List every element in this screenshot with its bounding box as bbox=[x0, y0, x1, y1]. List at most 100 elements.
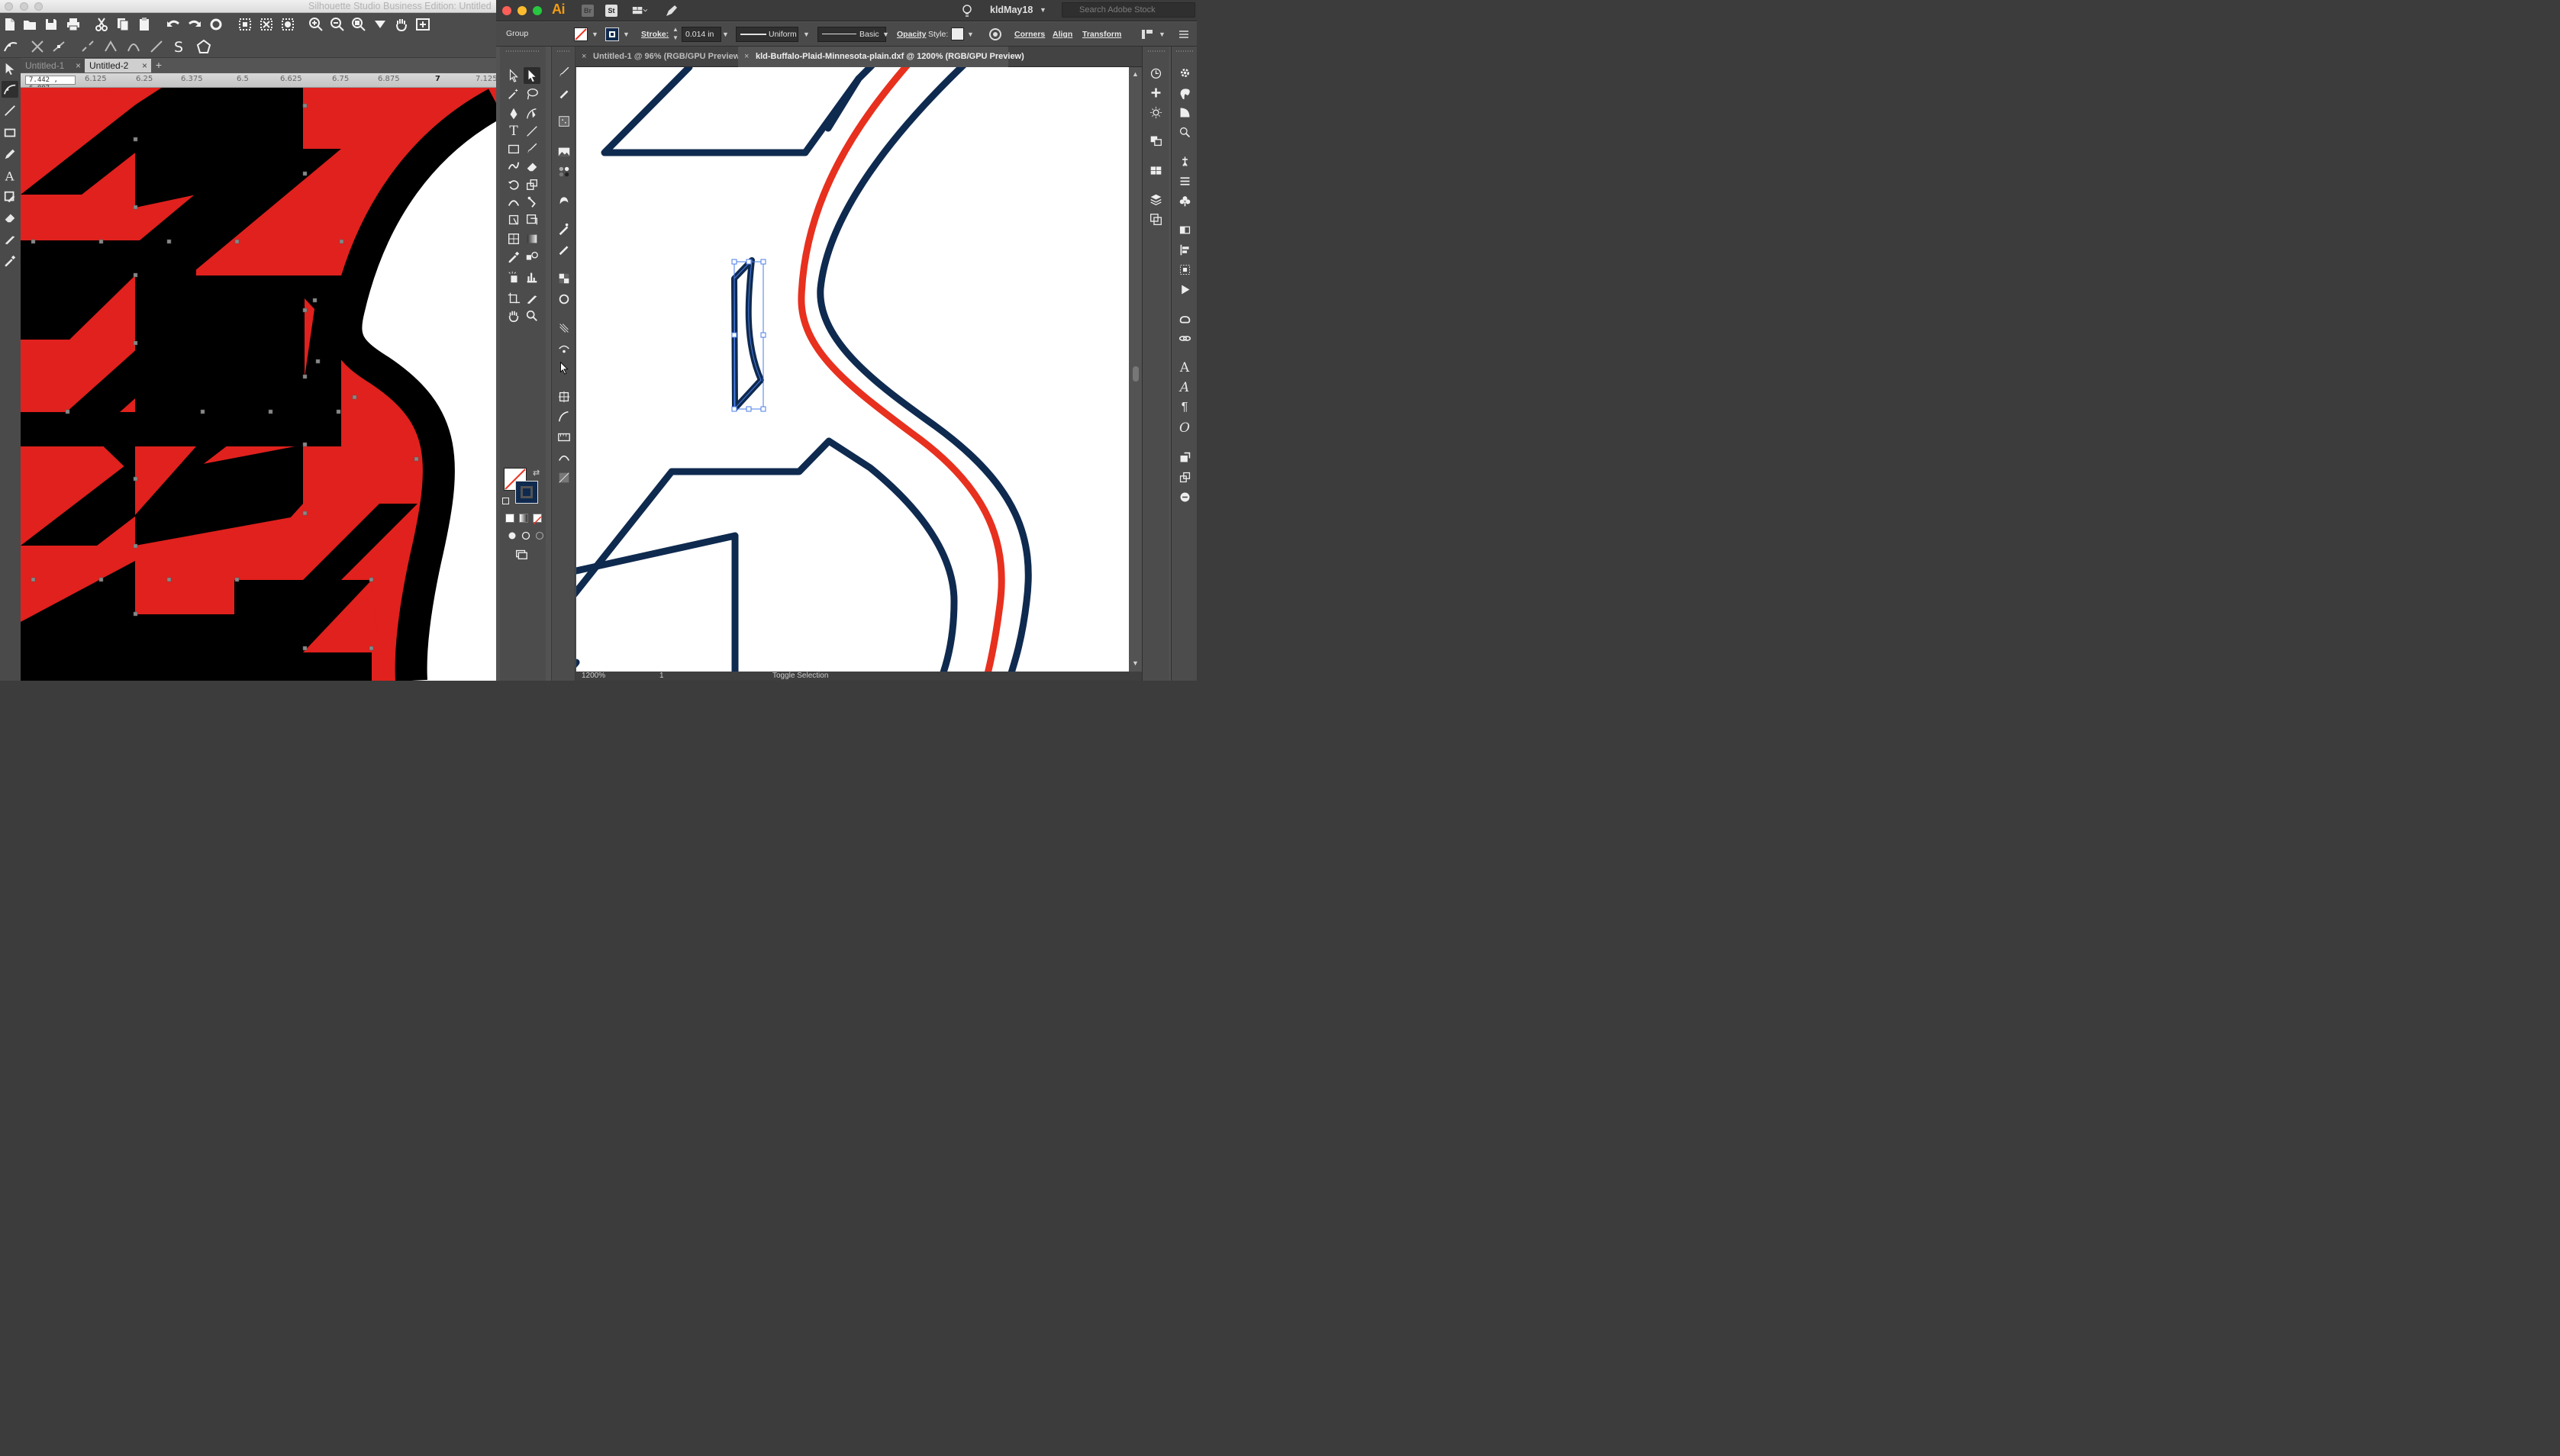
chevron-down-icon[interactable]: ▼ bbox=[882, 31, 889, 38]
select-arrow-icon[interactable] bbox=[2, 60, 18, 77]
slice-tool-icon[interactable] bbox=[524, 290, 540, 307]
edit-points-icon[interactable] bbox=[2, 38, 19, 55]
vertical-scrollbar[interactable]: ▲ ▼ bbox=[1129, 67, 1142, 672]
pen-tool-icon[interactable] bbox=[505, 105, 522, 122]
zoom-tool-icon[interactable] bbox=[524, 308, 540, 324]
selection-tool-icon[interactable] bbox=[505, 67, 522, 84]
free-transform-tool-icon[interactable] bbox=[505, 211, 522, 228]
pen-brush-panel-icon[interactable] bbox=[556, 85, 572, 101]
doc-tab-untitled-1[interactable]: × Untitled-1 @ 96% (RGB/GPU Preview) bbox=[576, 47, 743, 67]
paragraph-panel-icon[interactable]: ¶ bbox=[1177, 400, 1192, 415]
close-icon[interactable]: × bbox=[744, 47, 749, 67]
club-symbol-icon[interactable] bbox=[1177, 193, 1192, 208]
curvature-tool-icon[interactable] bbox=[524, 105, 540, 122]
shape-builder-tool-icon[interactable] bbox=[524, 211, 540, 228]
zoom-fit-icon[interactable] bbox=[350, 16, 367, 33]
properties-gear-icon[interactable] bbox=[1177, 65, 1192, 80]
cloud-sync-icon[interactable] bbox=[1177, 489, 1192, 504]
none-mode-icon[interactable] bbox=[533, 514, 542, 525]
adobe-stock-search-input[interactable]: Search Adobe Stock bbox=[1062, 2, 1195, 18]
rotate-tool-icon[interactable] bbox=[505, 176, 522, 193]
swatch-panel-icon[interactable] bbox=[1177, 222, 1192, 237]
redo-icon[interactable] bbox=[186, 16, 203, 33]
chevron-down-icon[interactable]: ▼ bbox=[967, 31, 974, 38]
zoom-in-icon[interactable] bbox=[308, 16, 324, 33]
mesh-tool-icon[interactable] bbox=[505, 230, 522, 247]
window-zoom-button[interactable] bbox=[34, 2, 43, 11]
close-icon[interactable]: × bbox=[582, 47, 586, 67]
chevron-down-icon[interactable]: ▼ bbox=[623, 31, 630, 38]
align-link[interactable]: Align bbox=[1053, 30, 1072, 39]
character-panel-icon[interactable]: A bbox=[1177, 360, 1192, 375]
edit-points-tool-icon[interactable] bbox=[2, 81, 18, 98]
artboard-copy-icon[interactable] bbox=[1177, 469, 1192, 485]
stroke-label[interactable]: Stroke: bbox=[641, 30, 669, 39]
tab-untitled-1[interactable]: Untitled-1 × bbox=[21, 59, 85, 72]
appearance-panel-icon[interactable] bbox=[556, 240, 572, 257]
publish-rocket-icon[interactable] bbox=[663, 2, 680, 19]
gradient-panel-icon[interactable] bbox=[556, 340, 572, 357]
window-minimize-button[interactable] bbox=[517, 6, 527, 15]
lasso-tool-icon[interactable] bbox=[524, 85, 540, 102]
zoom-out-icon[interactable] bbox=[329, 16, 346, 33]
rectangle-tool-icon[interactable] bbox=[505, 140, 522, 157]
chevron-down-icon[interactable]: ▼ bbox=[1040, 6, 1046, 14]
layers-panel-icon[interactable] bbox=[1148, 192, 1163, 207]
column-graph-tool-icon[interactable] bbox=[524, 269, 540, 285]
scrollbar-thumb[interactable] bbox=[1133, 366, 1139, 382]
color-guide-panel-icon[interactable] bbox=[556, 291, 572, 308]
variable-width-profile-select[interactable]: Uniform bbox=[736, 27, 798, 42]
swatches-panel-icon[interactable] bbox=[556, 163, 572, 180]
open-folder-icon[interactable] bbox=[21, 16, 38, 33]
knife-tool-icon[interactable] bbox=[2, 230, 18, 247]
ungroup-icon[interactable] bbox=[258, 16, 275, 33]
eyedropper-tool-icon[interactable] bbox=[505, 248, 522, 265]
stroke-color-box[interactable] bbox=[515, 481, 538, 504]
scroll-down-icon[interactable]: ▼ bbox=[1132, 659, 1139, 667]
color-panel-icon[interactable] bbox=[1177, 85, 1192, 100]
libraries-panel-icon[interactable] bbox=[1148, 163, 1163, 178]
stroke-weight-input[interactable]: 0.014 in bbox=[682, 27, 721, 42]
bridge-button[interactable]: Br bbox=[582, 5, 594, 17]
corners-link[interactable]: Corners bbox=[1014, 30, 1045, 39]
chevron-down-icon[interactable]: ▼ bbox=[722, 31, 729, 38]
stroke-swatch[interactable] bbox=[605, 27, 619, 41]
zoom-level[interactable]: 1200% bbox=[582, 672, 605, 680]
history-panel-icon[interactable] bbox=[1148, 65, 1163, 80]
stepper-down-icon[interactable]: ▼ bbox=[672, 34, 679, 41]
group-icon[interactable] bbox=[237, 16, 253, 33]
color-guide-icon[interactable] bbox=[1177, 105, 1192, 120]
graphic-style-swatch[interactable] bbox=[951, 27, 964, 40]
make-corner-icon[interactable] bbox=[102, 38, 119, 55]
hand-tool-icon[interactable] bbox=[505, 308, 522, 324]
asset-export-panel-icon[interactable] bbox=[1148, 211, 1163, 227]
line-segment-tool-icon[interactable] bbox=[524, 123, 540, 140]
window-zoom-button[interactable] bbox=[533, 6, 542, 15]
user-account-menu[interactable]: kldMay18 bbox=[990, 5, 1033, 15]
paint-tool-icon[interactable] bbox=[2, 188, 18, 205]
workspace-layout-icon[interactable] bbox=[627, 2, 652, 19]
silhouette-canvas[interactable] bbox=[21, 88, 496, 681]
transform-panel-icon[interactable] bbox=[556, 388, 572, 405]
copy-icon[interactable] bbox=[114, 16, 131, 33]
screen-mode-icon[interactable] bbox=[513, 546, 530, 562]
character-styles-icon[interactable]: A bbox=[1177, 380, 1192, 395]
symbol-sprayer-tool-icon[interactable] bbox=[505, 269, 522, 285]
paste-icon[interactable] bbox=[136, 16, 153, 33]
doc-tab-buffalo-plaid[interactable]: × kld-Buffalo-Plaid-Minnesota-plain.dxf … bbox=[738, 47, 1024, 67]
insert-point-icon[interactable] bbox=[50, 38, 67, 55]
align-vertical-icon[interactable] bbox=[1177, 242, 1192, 257]
recolor-artwork-icon[interactable] bbox=[987, 26, 1004, 43]
actions-play-icon[interactable] bbox=[1177, 282, 1192, 297]
save-icon[interactable] bbox=[43, 16, 60, 33]
window-close-button[interactable] bbox=[5, 2, 13, 11]
paintbrush-tool-icon[interactable] bbox=[524, 140, 540, 157]
fill-swatch-none[interactable] bbox=[574, 27, 588, 41]
chevron-down-icon[interactable]: ▼ bbox=[1159, 31, 1166, 38]
brushes-panel-icon[interactable] bbox=[556, 64, 572, 81]
artboard-tool-icon[interactable] bbox=[505, 290, 522, 307]
window-minimize-button[interactable] bbox=[20, 2, 28, 11]
graphic-styles-panel-icon[interactable] bbox=[556, 221, 572, 237]
type-tool-icon[interactable]: T bbox=[505, 123, 522, 140]
pan-hand-icon[interactable] bbox=[393, 16, 410, 33]
